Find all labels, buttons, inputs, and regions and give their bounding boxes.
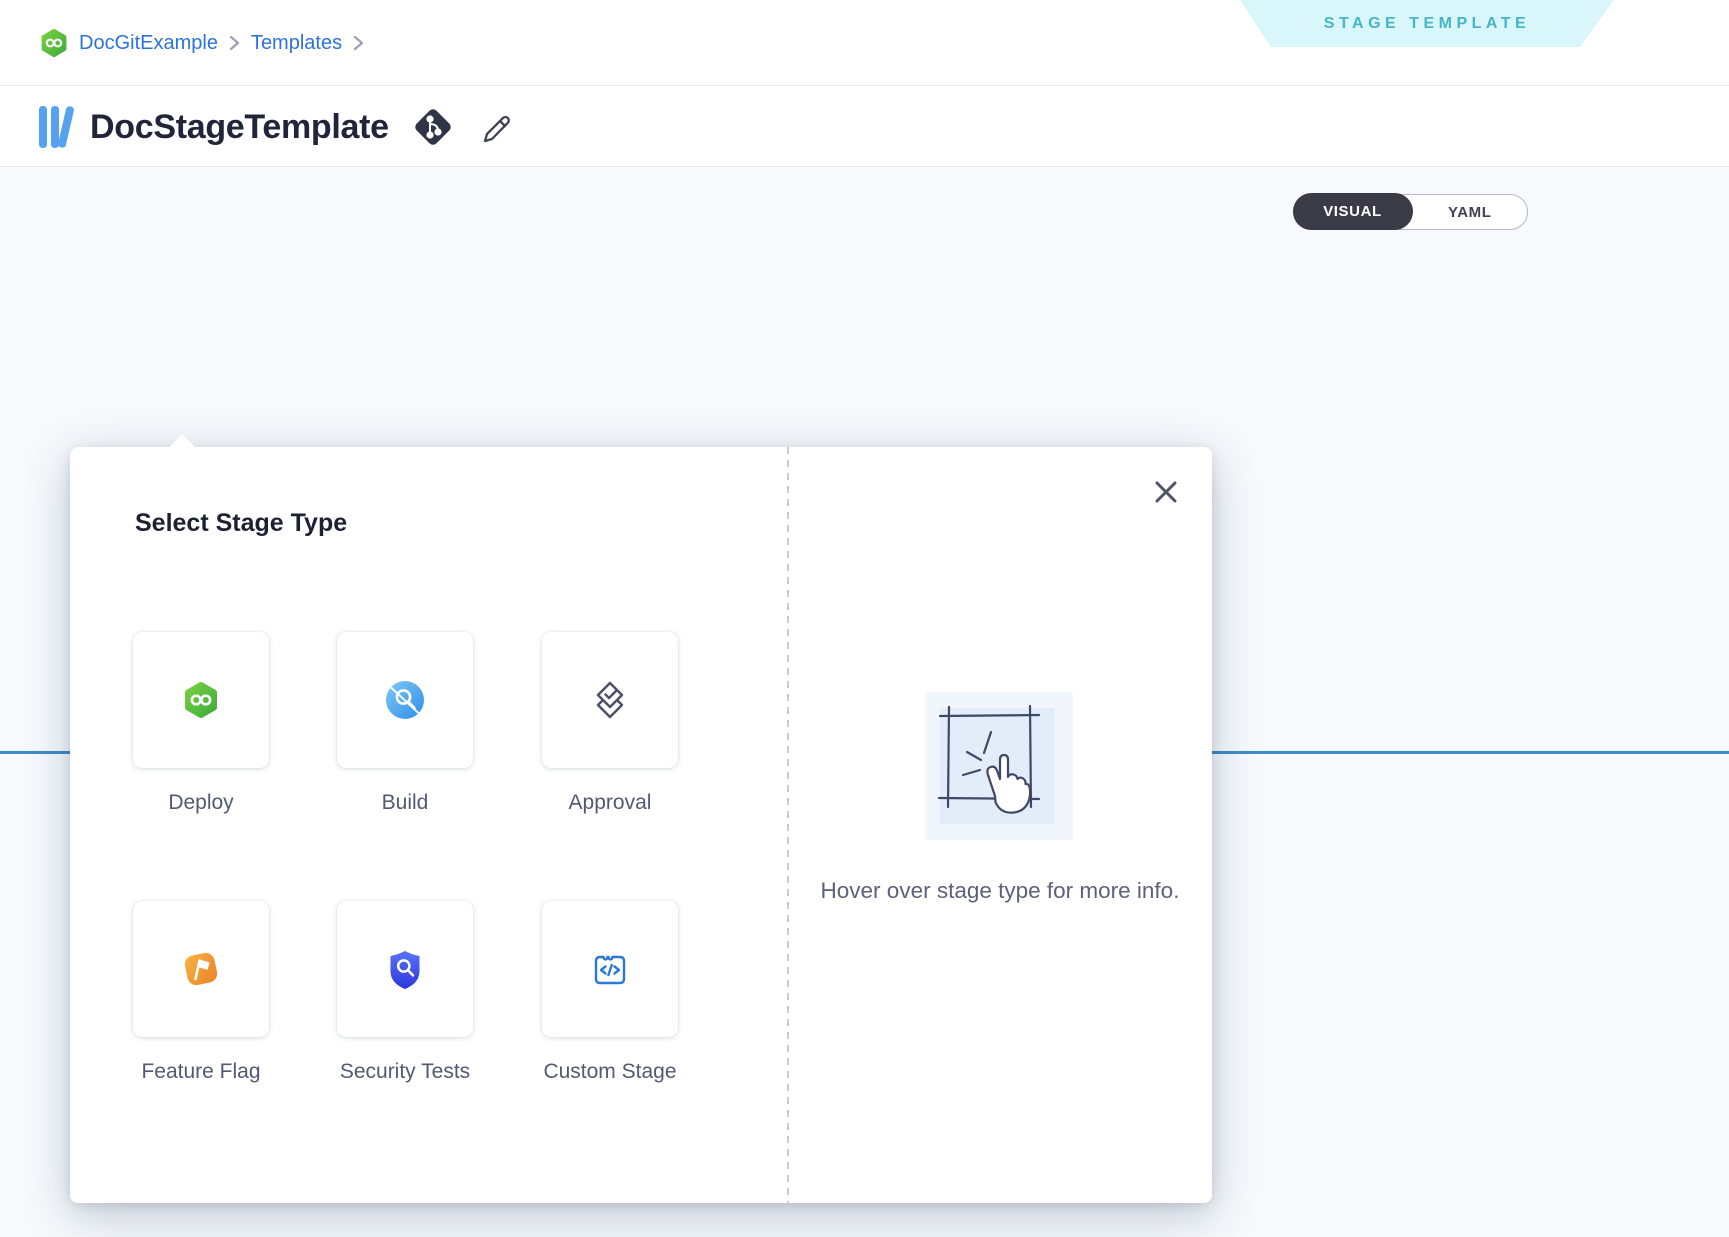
title-row: DocStageTemplate xyxy=(35,87,517,167)
toggle-visual-label: VISUAL xyxy=(1323,203,1382,220)
build-stage-card[interactable] xyxy=(337,632,473,768)
hover-hint-text: Hover over stage type for more info. xyxy=(820,875,1180,908)
template-library-icon xyxy=(35,103,75,151)
breadcrumb-project-link[interactable]: DocGitExample xyxy=(79,32,218,55)
edit-pencil-icon[interactable] xyxy=(479,108,517,146)
stage-type-cell-deploy: Deploy xyxy=(99,632,303,818)
select-stage-type-popover: Select Stage Type Deploy xyxy=(70,447,1212,1203)
popover-title: Select Stage Type xyxy=(135,509,347,538)
custom-stage-card[interactable] xyxy=(542,901,678,1037)
stage-template-badge: STAGE TEMPLATE xyxy=(1240,0,1614,47)
build-stage-icon xyxy=(383,678,427,722)
stage-type-label-custom-stage: Custom Stage xyxy=(534,1057,686,1087)
stage-type-cell-custom-stage: Custom Stage xyxy=(508,901,712,1087)
stage-type-cell-approval: Approval xyxy=(508,632,712,818)
stage-type-label-build: Build xyxy=(329,788,481,818)
security-tests-stage-card[interactable] xyxy=(337,901,473,1037)
stage-type-label-feature-flag: Feature Flag xyxy=(125,1057,277,1087)
hover-hint-illustration xyxy=(925,692,1073,840)
breadcrumb-bar: DocGitExample Templates STAGE TEMPLATE xyxy=(0,0,1729,86)
custom-stage-icon xyxy=(587,946,633,992)
page-title: DocStageTemplate xyxy=(90,108,389,147)
stage-type-cell-feature-flag: Feature Flag xyxy=(99,901,303,1087)
stage-template-badge-label: STAGE TEMPLATE xyxy=(1324,15,1530,33)
view-mode-toggle: VISUAL YAML xyxy=(1293,194,1528,230)
approval-stage-icon xyxy=(587,676,633,724)
project-hexagon-icon xyxy=(40,29,68,57)
toggle-yaml-label: YAML xyxy=(1448,204,1492,221)
deploy-stage-card[interactable] xyxy=(133,632,269,768)
stage-type-cell-build: Build xyxy=(303,632,507,818)
security-tests-stage-icon xyxy=(382,946,428,992)
close-button[interactable] xyxy=(1151,477,1181,507)
toggle-yaml-button[interactable]: YAML xyxy=(1413,204,1528,221)
stage-type-label-security-tests: Security Tests xyxy=(329,1057,481,1087)
approval-stage-card[interactable] xyxy=(542,632,678,768)
app-window: DocGitExample Templates STAGE TEMPLATE D xyxy=(0,0,1729,1237)
deploy-stage-icon xyxy=(180,679,222,721)
stage-type-label-deploy: Deploy xyxy=(125,788,277,818)
title-bar: DocStageTemplate xyxy=(0,87,1729,167)
breadcrumb-templates-link[interactable]: Templates xyxy=(251,32,342,55)
click-hand-sketch-icon xyxy=(931,696,1067,836)
close-icon xyxy=(1153,479,1179,505)
chevron-right-icon xyxy=(353,35,364,51)
git-remote-icon xyxy=(412,106,454,148)
stage-type-label-approval: Approval xyxy=(534,788,686,818)
breadcrumb: DocGitExample Templates xyxy=(40,0,364,86)
toggle-visual-button[interactable]: VISUAL xyxy=(1293,193,1413,230)
feature-flag-stage-icon xyxy=(178,946,224,992)
feature-flag-stage-card[interactable] xyxy=(133,901,269,1037)
chevron-right-icon xyxy=(229,35,240,51)
popover-divider xyxy=(787,447,789,1203)
stage-type-cell-security-tests: Security Tests xyxy=(303,901,507,1087)
